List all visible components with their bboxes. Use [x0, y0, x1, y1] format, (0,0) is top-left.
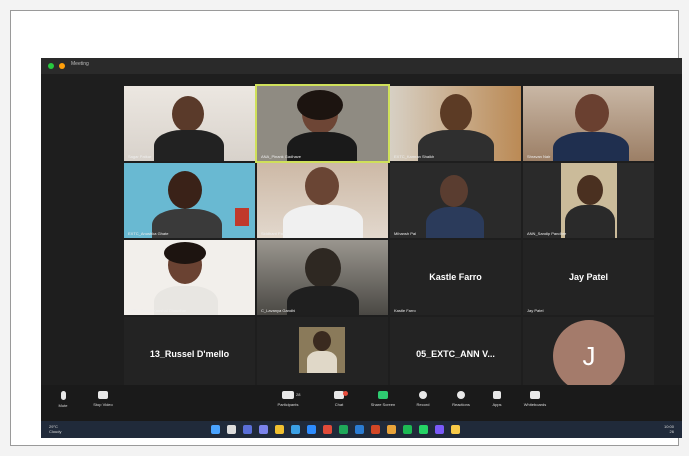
chat-button[interactable]: Chat — [319, 391, 359, 407]
participant-name: EXTC_Anushka Ghate — [128, 231, 169, 236]
video-tile-speaking[interactable]: ANA_Pinank Gadhave — [255, 84, 390, 163]
video-tile[interactable]: ANN_Sandip Pandhre — [523, 163, 654, 238]
edge-icon[interactable] — [291, 425, 300, 434]
participant-name: Siddhant Patel — [261, 231, 288, 236]
video-tile[interactable]: 13_Shubham Rathod — [257, 317, 388, 392]
smiley-icon — [457, 391, 465, 399]
mute-label: Mute — [58, 403, 68, 408]
record-icon — [419, 391, 427, 399]
title-bar: Meeting — [41, 58, 682, 74]
video-tile[interactable]: Mihansh Pal — [390, 163, 521, 238]
participant-display-name: 13_Russel D'mello — [149, 349, 230, 359]
participant-name: Kastle Farro — [394, 308, 416, 313]
video-camera-icon — [98, 391, 108, 399]
video-tile[interactable]: Sagar Patkar — [124, 86, 255, 161]
start-icon[interactable] — [211, 425, 220, 434]
whatsapp-icon[interactable] — [419, 425, 428, 434]
participant-display-name: 05_EXTC_ANN V... — [416, 349, 495, 359]
meeting-toolbar: Mute Stop Video 28 Participants Chat Sha… — [41, 385, 682, 421]
video-tile[interactable]: EXTC_Kamran Shaikh — [390, 86, 521, 161]
video-tile[interactable]: EXTC_Anushka Ghate — [124, 163, 255, 238]
participant-name: C_Lavanya Gandhi — [261, 308, 296, 313]
whiteboard-icon — [530, 391, 540, 399]
participant-name: ANA_Pinank Gadhave — [261, 154, 302, 159]
video-tile[interactable]: EXTC_Saloni Kaushal Chaudhar — [124, 240, 255, 315]
microphone-icon — [60, 391, 66, 400]
video-tile-no-video[interactable]: 05_EXTC_ANN V... 05_EXTC_ANN VAISHNAVI S… — [390, 317, 521, 392]
video-tile[interactable]: C_Lavanya Gandhi — [257, 240, 388, 315]
chat-notification-badge — [343, 391, 348, 396]
teams-icon[interactable] — [259, 425, 268, 434]
share-screen-icon — [378, 391, 388, 399]
powerpoint-icon[interactable] — [371, 425, 380, 434]
taskview-icon[interactable] — [243, 425, 252, 434]
chrome-icon[interactable] — [387, 425, 396, 434]
weather-desc: Cloudy — [49, 429, 62, 434]
video-tile-avatar[interactable]: J EXTC_Jayesh Singh — [523, 317, 654, 392]
spotify-icon[interactable] — [403, 425, 412, 434]
mute-button[interactable]: Mute — [43, 391, 83, 408]
participant-name: Mihansh Pal — [394, 231, 417, 236]
reactions-button[interactable]: Reactions — [441, 391, 481, 407]
search-icon[interactable] — [227, 425, 236, 434]
zoom-window: Meeting Sagar Patkar ANA_Pinank Gadhave — [41, 58, 682, 438]
record-button[interactable]: Record — [403, 391, 443, 407]
participants-button[interactable]: 28 Participants — [268, 391, 308, 407]
app-icon[interactable] — [323, 425, 332, 434]
screenshot-frame: Meeting Sagar Patkar ANA_Pinank Gadhave — [10, 10, 682, 446]
window-dot-green[interactable] — [48, 63, 54, 69]
apps-icon — [493, 391, 501, 399]
word-icon[interactable] — [355, 425, 364, 434]
apps-label: Apps — [492, 402, 502, 407]
participant-name: Jay Patel — [527, 308, 544, 313]
file-explorer-icon[interactable] — [275, 425, 284, 434]
video-tile-no-video[interactable]: Jay Patel Jay Patel — [523, 240, 654, 315]
reactions-label: Reactions — [452, 402, 470, 407]
participants-label: Participants — [277, 402, 299, 407]
app-icon[interactable] — [435, 425, 444, 434]
video-tile[interactable]: Siddhant Patel — [257, 163, 388, 238]
share-screen-button[interactable]: Share Screen — [363, 391, 403, 407]
weather-widget[interactable]: 29°C Cloudy — [49, 424, 61, 434]
people-icon — [282, 391, 294, 399]
stop-video-label: Stop Video — [93, 402, 113, 407]
participant-name: ANN_Sandip Pandhre — [527, 231, 567, 236]
window-title: Meeting — [71, 61, 89, 67]
participant-name: Sagar Patkar — [128, 154, 152, 159]
app-icon[interactable] — [339, 425, 348, 434]
zoom-icon[interactable] — [307, 425, 316, 434]
participant-name: Shravan Nair — [527, 154, 551, 159]
share-screen-label: Share Screen — [370, 402, 396, 407]
participant-avatar: J — [553, 320, 625, 392]
whiteboards-button[interactable]: Whiteboards — [515, 391, 555, 407]
video-tile-no-video[interactable]: Kastle Farro Kastle Farro — [390, 240, 521, 315]
participant-display-name: Jay Patel — [568, 272, 609, 282]
windows-taskbar: 29°C Cloudy 10:00 26 — [41, 421, 682, 438]
video-tile-no-video[interactable]: 13_Russel D'mello 13_Russel D'mello — [124, 317, 255, 392]
participants-count: 28 — [296, 392, 301, 397]
participant-name: EXTC_Kamran Shaikh — [394, 154, 435, 159]
chat-label: Chat — [334, 402, 344, 407]
stop-video-button[interactable]: Stop Video — [83, 391, 123, 407]
whiteboards-label: Whiteboards — [523, 402, 547, 407]
apps-button[interactable]: Apps — [477, 391, 517, 407]
record-label: Record — [416, 402, 430, 407]
window-dot-orange[interactable] — [59, 63, 65, 69]
video-tile[interactable]: Shravan Nair — [523, 86, 654, 161]
app-icon[interactable] — [451, 425, 460, 434]
participant-display-name: Kastle Farro — [429, 272, 482, 282]
participant-name: EXTC_Saloni Kaushal Chaudhar — [128, 308, 187, 313]
clock-date: 26 — [669, 429, 674, 434]
system-clock[interactable]: 10:00 26 — [664, 424, 674, 434]
